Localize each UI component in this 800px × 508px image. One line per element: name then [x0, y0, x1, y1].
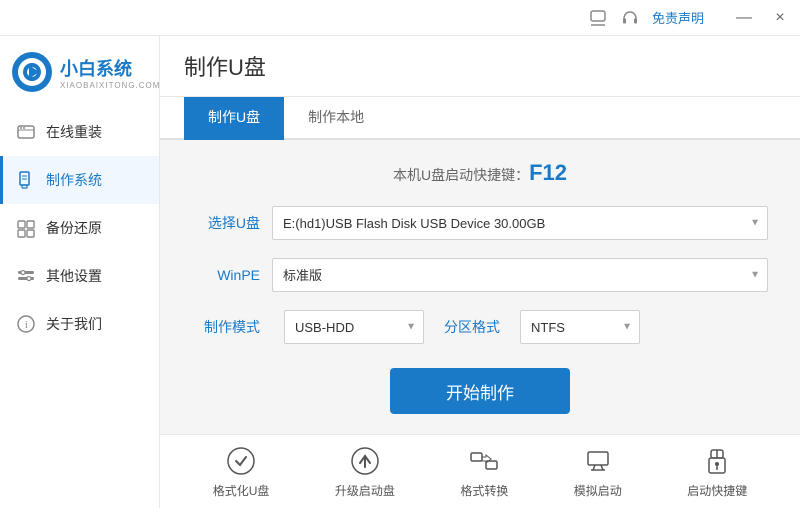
make-mode-wrapper: USB-HDD ▼	[284, 310, 424, 344]
sidebar-label-other-settings: 其他设置	[46, 266, 102, 286]
sidebar-item-backup-restore[interactable]: 备份还原	[0, 204, 159, 252]
winpe-row: WinPE 标准版 ▼	[192, 258, 768, 292]
sidebar-label-make-system: 制作系统	[46, 170, 102, 190]
tool-boot-shortcut[interactable]: 启动快捷键	[687, 445, 747, 499]
make-system-icon	[16, 170, 36, 190]
logo-sub-text: XIAOBAIXITONG.COM	[60, 81, 160, 90]
upgrade-boot-icon	[349, 445, 381, 477]
logo-icon	[12, 52, 52, 92]
hotkey-prefix-text: 本机U盘启动快捷键：	[393, 167, 529, 183]
main-layout: 小白系统 XIAOBAIXITONG.COM 在线重装	[0, 36, 800, 508]
sidebar-nav: 在线重装 制作系统	[0, 108, 159, 508]
format-usb-icon	[225, 445, 257, 477]
minimize-button[interactable]: —	[732, 6, 756, 30]
page-title: 制作U盘	[184, 50, 776, 82]
tabs-bar: 制作U盘 制作本地	[160, 97, 800, 140]
simulate-boot-label: 模拟启动	[574, 482, 622, 499]
logo-text: 小白系统 XIAOBAIXITONG.COM	[60, 55, 160, 90]
online-reinstall-icon	[16, 122, 36, 142]
bottom-toolbar: 格式化U盘 升级启动盘	[160, 434, 800, 508]
titlebar: 免责声明 — ×	[0, 0, 800, 36]
simulate-boot-icon	[582, 445, 614, 477]
page-header: 制作U盘	[160, 36, 800, 97]
sidebar-label-backup-restore: 备份还原	[46, 218, 102, 238]
select-usb-wrapper: E:(hd1)USB Flash Disk USB Device 30.00GB…	[272, 206, 768, 240]
partition-wrapper: NTFS ▼	[520, 310, 640, 344]
user-icon[interactable]	[588, 8, 608, 28]
tool-upgrade-boot[interactable]: 升级启动盘	[335, 445, 395, 499]
partition-label: 分区格式	[436, 317, 508, 337]
support-icon[interactable]	[620, 8, 640, 28]
active-indicator	[0, 156, 3, 204]
sidebar-item-online-reinstall[interactable]: 在线重装	[0, 108, 159, 156]
format-convert-label: 格式转换	[460, 482, 508, 499]
sidebar-item-make-system[interactable]: 制作系统	[0, 156, 159, 204]
hotkey-hint: 本机U盘启动快捷键：F12	[192, 160, 768, 186]
about-us-icon: i	[16, 314, 36, 334]
winpe-input[interactable]: 标准版	[272, 258, 768, 292]
logo-area: 小白系统 XIAOBAIXITONG.COM	[0, 36, 159, 108]
form-area: 本机U盘启动快捷键：F12 选择U盘 E:(hd1)USB Flash Disk…	[160, 140, 800, 434]
hotkey-key-text: F12	[529, 160, 567, 185]
format-convert-icon	[468, 445, 500, 477]
tab-make-local[interactable]: 制作本地	[284, 97, 388, 140]
sidebar-item-about-us[interactable]: i 关于我们	[0, 300, 159, 348]
upgrade-boot-label: 升级启动盘	[335, 482, 395, 499]
winpe-label: WinPE	[192, 267, 272, 283]
backup-restore-icon	[16, 218, 36, 238]
content-area: 制作U盘 制作U盘 制作本地 本机U盘启动快捷键：F12 选择U盘 E:(hd1…	[160, 36, 800, 508]
make-mode-row: 制作模式 USB-HDD ▼ 分区格式 NTFS ▼	[192, 310, 768, 344]
sidebar-label-about-us: 关于我们	[46, 314, 102, 334]
sidebar: 小白系统 XIAOBAIXITONG.COM 在线重装	[0, 36, 160, 508]
tool-format-convert[interactable]: 格式转换	[460, 445, 508, 499]
boot-shortcut-label: 启动快捷键	[687, 482, 747, 499]
boot-shortcut-icon	[701, 445, 733, 477]
close-button[interactable]: ×	[768, 6, 792, 30]
sidebar-item-other-settings[interactable]: 其他设置	[0, 252, 159, 300]
other-settings-icon	[16, 266, 36, 286]
winpe-wrapper: 标准版 ▼	[272, 258, 768, 292]
logo-main-text: 小白系统	[60, 55, 160, 81]
svg-text:i: i	[25, 320, 28, 331]
select-usb-input[interactable]: E:(hd1)USB Flash Disk USB Device 30.00GB	[272, 206, 768, 240]
tool-simulate-boot[interactable]: 模拟启动	[574, 445, 622, 499]
free-declaration-link[interactable]: 免责声明	[652, 8, 704, 27]
start-make-button[interactable]: 开始制作	[390, 368, 570, 414]
tool-format-usb[interactable]: 格式化U盘	[213, 445, 270, 499]
format-usb-label: 格式化U盘	[213, 482, 270, 499]
make-mode-label: 制作模式	[192, 317, 272, 337]
partition-input[interactable]: NTFS	[520, 310, 640, 344]
select-usb-label: 选择U盘	[192, 213, 272, 233]
tab-make-usb[interactable]: 制作U盘	[184, 97, 284, 140]
sidebar-label-online-reinstall: 在线重装	[46, 122, 102, 142]
make-mode-input[interactable]: USB-HDD	[284, 310, 424, 344]
select-usb-row: 选择U盘 E:(hd1)USB Flash Disk USB Device 30…	[192, 206, 768, 240]
